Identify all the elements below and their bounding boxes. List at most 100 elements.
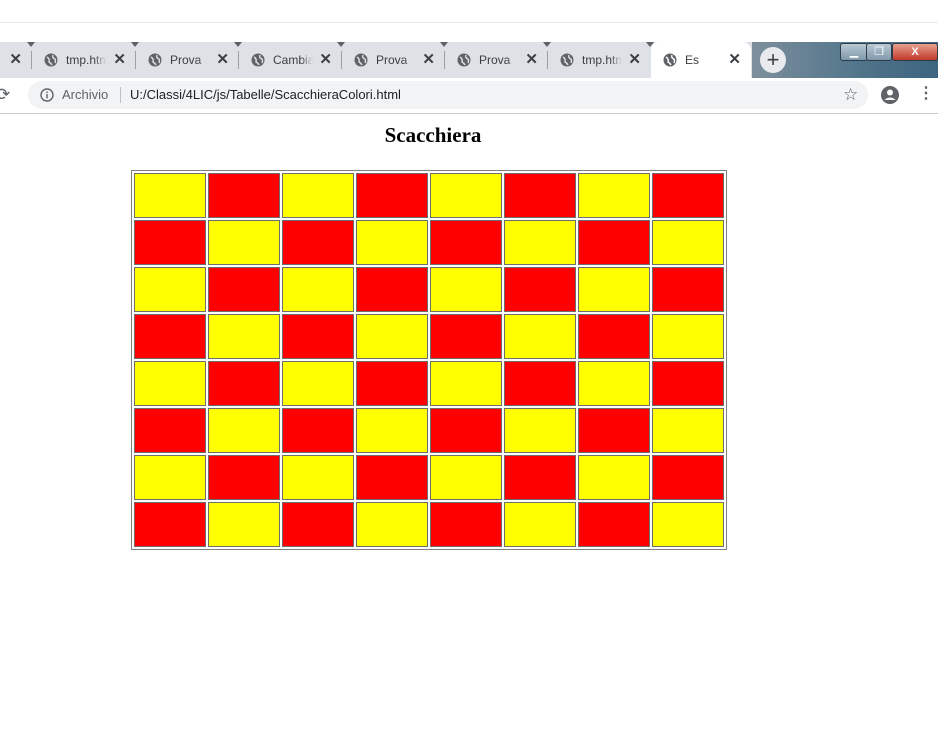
globe-icon bbox=[663, 53, 677, 67]
tab-title: Prova bbox=[170, 53, 202, 67]
tab-close-icon[interactable]: ✕ bbox=[9, 51, 22, 69]
board-cell-yellow bbox=[282, 173, 354, 218]
board-cell-red bbox=[134, 408, 206, 453]
board-cell-yellow bbox=[430, 173, 502, 218]
board-cell-red bbox=[430, 314, 502, 359]
board-cell-red bbox=[578, 220, 650, 265]
tab-close-icon[interactable]: ✕ bbox=[525, 51, 538, 69]
tab-close-icon[interactable]: ✕ bbox=[113, 51, 126, 69]
board-cell-yellow bbox=[578, 361, 650, 406]
board-cell-yellow bbox=[208, 502, 280, 547]
board-cell-red bbox=[134, 220, 206, 265]
tab-6[interactable]: tmp.htm ✕ bbox=[548, 42, 654, 78]
board-cell-yellow bbox=[652, 314, 724, 359]
board-cell-yellow bbox=[652, 220, 724, 265]
new-tab-button[interactable]: + bbox=[760, 47, 786, 73]
board-cell-yellow bbox=[208, 408, 280, 453]
board-cell-yellow bbox=[208, 220, 280, 265]
board-cell-red bbox=[578, 502, 650, 547]
board-cell-yellow bbox=[430, 267, 502, 312]
board-cell-red bbox=[652, 267, 724, 312]
board-cell-yellow bbox=[356, 502, 428, 547]
star-icon[interactable]: ☆ bbox=[843, 86, 858, 104]
board-cell-red bbox=[652, 455, 724, 500]
board-cell-yellow bbox=[134, 267, 206, 312]
tab-1[interactable]: tmp.htm ✕ bbox=[32, 42, 139, 78]
board-cell-red bbox=[356, 267, 428, 312]
account-icon[interactable] bbox=[880, 85, 900, 105]
board-cell-red bbox=[208, 173, 280, 218]
tab-close-icon[interactable]: ✕ bbox=[422, 51, 435, 69]
tab-2[interactable]: Prova ✕ bbox=[136, 42, 242, 78]
globe-icon bbox=[560, 53, 574, 67]
board-cell-red bbox=[134, 314, 206, 359]
board-cell-yellow bbox=[356, 314, 428, 359]
board-cell-red bbox=[430, 502, 502, 547]
url-text[interactable]: U:/Classi/4LIC/js/Tabelle/ScacchieraColo… bbox=[130, 87, 401, 102]
board-cell-yellow bbox=[504, 408, 576, 453]
window-top-strip bbox=[0, 0, 938, 23]
reload-icon[interactable]: ⟳ bbox=[0, 85, 10, 105]
board-row bbox=[134, 502, 724, 547]
address-separator bbox=[120, 87, 121, 103]
board-cell-red bbox=[208, 455, 280, 500]
tab-0[interactable]: ✕ bbox=[0, 42, 35, 78]
board-cell-yellow bbox=[430, 455, 502, 500]
board-cell-yellow bbox=[652, 408, 724, 453]
board-cell-red bbox=[504, 455, 576, 500]
board-cell-yellow bbox=[134, 361, 206, 406]
board-cell-yellow bbox=[430, 361, 502, 406]
globe-icon bbox=[354, 53, 368, 67]
board-cell-red bbox=[652, 361, 724, 406]
tab-close-icon[interactable]: ✕ bbox=[216, 51, 229, 69]
board-cell-red bbox=[578, 314, 650, 359]
tab-close-icon[interactable]: ✕ bbox=[628, 51, 641, 69]
board-cell-red bbox=[356, 173, 428, 218]
board-cell-yellow bbox=[504, 220, 576, 265]
board-cell-red bbox=[652, 173, 724, 218]
tab-close-icon[interactable]: ✕ bbox=[319, 51, 332, 69]
tab-3[interactable]: Cambia ✕ bbox=[239, 42, 345, 78]
tab-5[interactable]: Prova ✕ bbox=[445, 42, 551, 78]
board-cell-red bbox=[282, 502, 354, 547]
board-cell-yellow bbox=[282, 455, 354, 500]
board-cell-red bbox=[134, 502, 206, 547]
board-cell-red bbox=[282, 220, 354, 265]
board-cell-yellow bbox=[578, 455, 650, 500]
board-cell-red bbox=[504, 361, 576, 406]
site-info-label[interactable]: Archivio bbox=[62, 87, 108, 102]
board-cell-red bbox=[356, 361, 428, 406]
board-cell-red bbox=[282, 314, 354, 359]
address-bar[interactable]: Archivio U:/Classi/4LIC/js/Tabelle/Scacc… bbox=[28, 81, 868, 109]
board-cell-yellow bbox=[504, 314, 576, 359]
board-cell-red bbox=[430, 408, 502, 453]
board-cell-yellow bbox=[282, 267, 354, 312]
board-cell-red bbox=[504, 173, 576, 218]
board-cell-yellow bbox=[578, 173, 650, 218]
tab-close-icon[interactable]: ✕ bbox=[728, 51, 741, 69]
maximize-button[interactable]: ❐ bbox=[866, 43, 892, 61]
page-content: Scacchiera bbox=[0, 114, 938, 736]
board-cell-yellow bbox=[504, 502, 576, 547]
board-cell-red bbox=[208, 267, 280, 312]
tab-7-active[interactable]: Es ✕ bbox=[651, 42, 751, 78]
board-cell-red bbox=[356, 455, 428, 500]
menu-icon[interactable]: ⋮ bbox=[918, 84, 934, 104]
board-cell-red bbox=[578, 408, 650, 453]
board-row bbox=[134, 220, 724, 265]
globe-icon bbox=[251, 53, 265, 67]
tab-strip: ✕ tmp.htm ✕ Prova ✕ Cambia ✕ Prova ✕ Pro… bbox=[0, 42, 938, 78]
board-cell-yellow bbox=[134, 173, 206, 218]
board-cell-yellow bbox=[356, 408, 428, 453]
minimize-button[interactable]: ▁ bbox=[840, 43, 868, 61]
board-row bbox=[134, 173, 724, 218]
info-icon[interactable] bbox=[40, 88, 54, 102]
board-cell-yellow bbox=[652, 502, 724, 547]
tab-title: tmp.htm bbox=[582, 53, 622, 67]
board-row bbox=[134, 267, 724, 312]
board-cell-yellow bbox=[134, 455, 206, 500]
tab-4[interactable]: Prova ✕ bbox=[342, 42, 448, 78]
close-window-button[interactable]: X bbox=[892, 43, 938, 61]
tab-title: tmp.htm bbox=[66, 53, 106, 67]
board-cell-yellow bbox=[282, 361, 354, 406]
